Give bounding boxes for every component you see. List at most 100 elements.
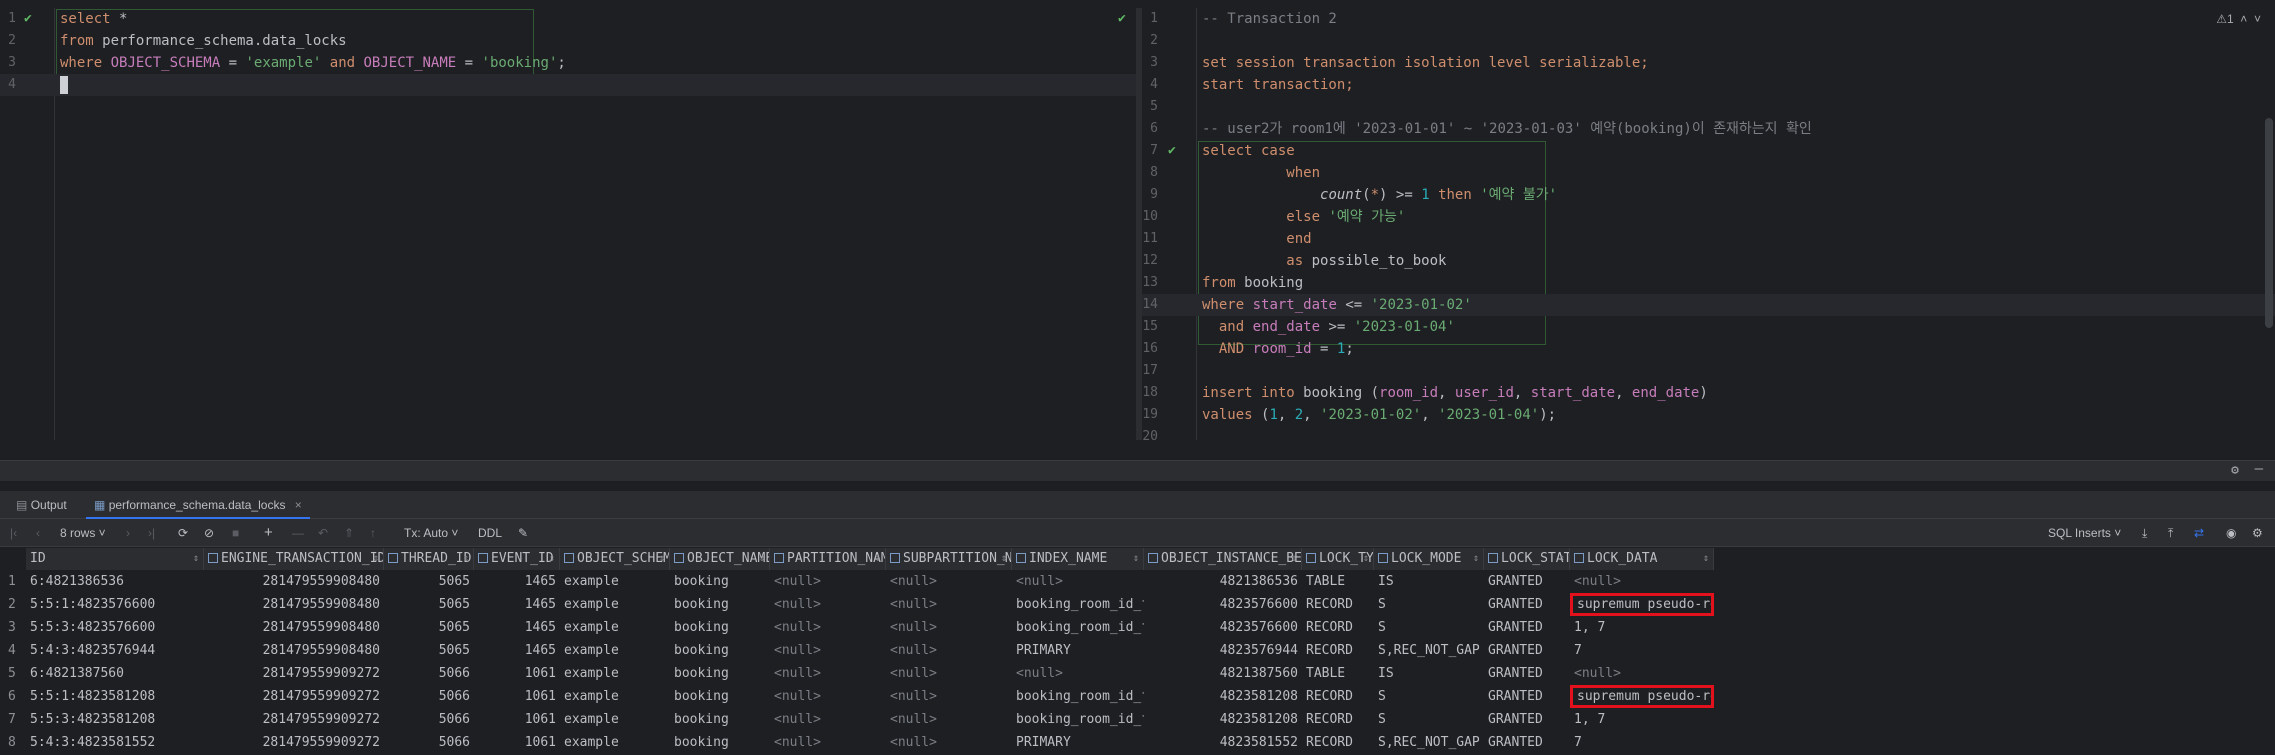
- sort-icon[interactable]: ⇕: [549, 548, 555, 570]
- table-cell[interactable]: <null>: [886, 708, 1012, 731]
- code-text[interactable]: insert into booking (room_id, user_id, s…: [1202, 382, 1708, 404]
- stop-icon[interactable]: ■: [232, 519, 239, 547]
- table-cell[interactable]: booking: [670, 593, 770, 616]
- table-cell[interactable]: TABLE: [1302, 570, 1374, 593]
- column-header[interactable]: PARTITION_NAME ⇕: [770, 548, 886, 570]
- row-count-dropdown[interactable]: 8 rows ˅: [60, 519, 106, 547]
- table-cell[interactable]: booking: [670, 685, 770, 708]
- table-cell[interactable]: <null>: [886, 593, 1012, 616]
- table-cell[interactable]: booking: [670, 616, 770, 639]
- table-cell[interactable]: TABLE: [1302, 662, 1374, 685]
- table-cell[interactable]: 281479559908480: [204, 616, 384, 639]
- reload-icon[interactable]: ⟳: [178, 519, 188, 547]
- code-line[interactable]: 17: [1142, 360, 2275, 382]
- table-cell[interactable]: PRIMARY: [1012, 731, 1144, 754]
- table-row[interactable]: 8 5:4:3:4823581552 281479559909272 5066 1061…: [0, 731, 2275, 754]
- table-cell[interactable]: RECORD: [1302, 639, 1374, 662]
- table-cell[interactable]: 1465: [474, 616, 560, 639]
- close-tab-icon[interactable]: ×: [295, 498, 302, 512]
- table-cell[interactable]: GRANTED: [1484, 616, 1570, 639]
- code-line[interactable]: 9 count(*) >= 1 then '예약 불가': [1142, 184, 2275, 206]
- code-text[interactable]: where start_date <= '2023-01-02': [1202, 294, 1472, 316]
- table-cell[interactable]: booking: [670, 708, 770, 731]
- table-cell[interactable]: 281479559908480: [204, 639, 384, 662]
- code-line[interactable]: 4: [0, 74, 1136, 96]
- row-number[interactable]: 1: [4, 570, 26, 593]
- table-cell[interactable]: <null>: [770, 731, 886, 754]
- table-cell[interactable]: GRANTED: [1484, 662, 1570, 685]
- prev-page-icon[interactable]: ‹: [36, 519, 40, 547]
- code-line[interactable]: 4 start transaction;: [1142, 74, 2275, 96]
- table-cell[interactable]: 1061: [474, 685, 560, 708]
- table-cell[interactable]: example: [560, 616, 670, 639]
- tx-mode-dropdown[interactable]: Tx: Auto ˅: [404, 519, 458, 547]
- sort-icon[interactable]: ⇕: [1703, 548, 1709, 570]
- upload-icon[interactable]: ⤒: [2168, 519, 2173, 547]
- table-cell[interactable]: PRIMARY: [1012, 639, 1144, 662]
- table-cell[interactable]: 1465: [474, 593, 560, 616]
- table-cell[interactable]: 5065: [384, 639, 474, 662]
- editor-scrollbar[interactable]: [2265, 118, 2273, 328]
- revert-icon[interactable]: ↶: [318, 519, 328, 547]
- table-cell[interactable]: RECORD: [1302, 685, 1374, 708]
- last-page-icon[interactable]: ›|: [148, 519, 155, 547]
- compare-icon[interactable]: ⇄: [2194, 519, 2204, 547]
- table-cell[interactable]: <null>: [1570, 662, 1714, 685]
- column-header[interactable]: LOCK_DATA ⇕: [1570, 548, 1714, 570]
- commit-icon[interactable]: ↑: [370, 519, 376, 547]
- code-text[interactable]: start transaction;: [1202, 74, 1354, 96]
- table-cell[interactable]: <null>: [770, 570, 886, 593]
- code-line[interactable]: 13 from booking: [1142, 272, 2275, 294]
- table-cell[interactable]: example: [560, 708, 670, 731]
- table-cell[interactable]: 5065: [384, 570, 474, 593]
- table-cell[interactable]: 5065: [384, 593, 474, 616]
- highlighted-lock-data-cell[interactable]: supremum pseudo-record: [1570, 685, 1714, 708]
- table-cell[interactable]: booking_room_id_fk: [1012, 685, 1144, 708]
- code-text[interactable]: values (1, 2, '2023-01-02', '2023-01-04'…: [1202, 404, 1556, 426]
- column-header[interactable]: ID ⇕: [26, 548, 204, 570]
- table-cell[interactable]: <null>: [886, 639, 1012, 662]
- code-text[interactable]: -- user2가 room1에 '2023-01-01' ~ '2023-01…: [1202, 118, 1812, 140]
- column-header[interactable]: ENGINE_TRANSACTION_ID ⇕: [204, 548, 384, 570]
- table-cell[interactable]: <null>: [770, 662, 886, 685]
- row-number[interactable]: 7: [4, 708, 26, 731]
- table-cell[interactable]: example: [560, 731, 670, 754]
- table-cell[interactable]: <null>: [1570, 570, 1714, 593]
- table-cell[interactable]: 5:5:1:4823576600: [26, 593, 204, 616]
- table-cell[interactable]: 5066: [384, 731, 474, 754]
- code-text[interactable]: count(*) >= 1 then '예약 불가': [1202, 184, 1557, 206]
- table-row[interactable]: 6 5:5:1:4823581208 281479559909272 5066 1061…: [0, 685, 2275, 708]
- code-text[interactable]: from booking: [1202, 272, 1303, 294]
- code-line[interactable]: 6 -- user2가 room1에 '2023-01-01' ~ '2023-0…: [1142, 118, 2275, 140]
- table-cell[interactable]: S: [1374, 616, 1484, 639]
- table-cell[interactable]: GRANTED: [1484, 731, 1570, 754]
- export-format-dropdown[interactable]: SQL Inserts ˅: [2048, 519, 2121, 547]
- table-cell[interactable]: <null>: [886, 731, 1012, 754]
- code-text[interactable]: select *: [60, 8, 127, 30]
- table-cell[interactable]: example: [560, 685, 670, 708]
- code-line[interactable]: 3 set session transaction isolation level…: [1142, 52, 2275, 74]
- column-header[interactable]: LOCK_TYPE⇕: [1302, 548, 1374, 570]
- code-line[interactable]: 18 insert into booking (room_id, user_id,…: [1142, 382, 2275, 404]
- table-cell[interactable]: 4823576944: [1144, 639, 1302, 662]
- tab-result[interactable]: ▦ performance_schema.data_locks ×: [86, 491, 310, 519]
- highlighted-lock-data-cell[interactable]: supremum pseudo-record: [1570, 593, 1714, 616]
- query-editor-left[interactable]: 1 select * 2 from performance_schema.data_l…: [0, 8, 1136, 440]
- table-cell[interactable]: <null>: [886, 616, 1012, 639]
- table-cell[interactable]: IS: [1374, 662, 1484, 685]
- delete-row-icon[interactable]: —: [292, 519, 304, 547]
- code-text[interactable]: and end_date >= '2023-01-04': [1202, 316, 1455, 338]
- code-line[interactable]: 8 when: [1142, 162, 2275, 184]
- table-cell[interactable]: 5:5:3:4823576600: [26, 616, 204, 639]
- table-cell[interactable]: example: [560, 639, 670, 662]
- code-line[interactable]: 5: [1142, 96, 2275, 118]
- code-line[interactable]: 15 and end_date >= '2023-01-04': [1142, 316, 2275, 338]
- query-editor-right[interactable]: 1 -- Transaction 2 2 3 set session transacti…: [1142, 8, 2275, 440]
- table-cell[interactable]: <null>: [1012, 570, 1144, 593]
- column-header[interactable]: OBJECT_SCHEMA ⇕: [560, 548, 670, 570]
- table-cell[interactable]: S: [1374, 708, 1484, 731]
- table-cell[interactable]: 281479559909272: [204, 662, 384, 685]
- table-cell[interactable]: 1061: [474, 662, 560, 685]
- sort-icon[interactable]: ⇕: [463, 548, 469, 570]
- table-cell[interactable]: IS: [1374, 570, 1484, 593]
